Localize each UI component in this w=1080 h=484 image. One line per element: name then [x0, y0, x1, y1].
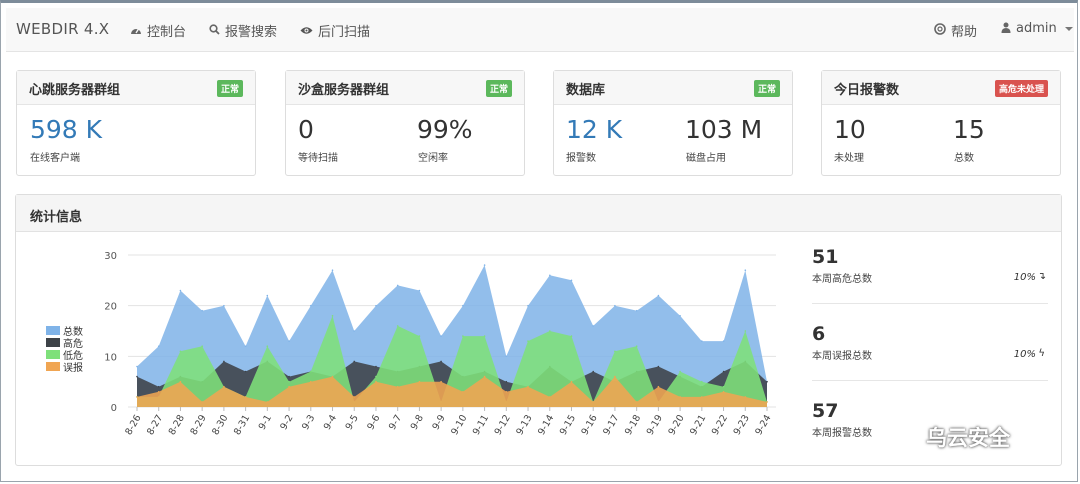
panel-header: 数据库 正常 [554, 71, 792, 105]
stat-value: 103 M [685, 115, 763, 144]
navbar: WEBDIR 4.X 控制台 报警搜索 后门扫描 帮助 admin [6, 8, 1074, 52]
brand-logo[interactable]: WEBDIR 4.X [16, 20, 109, 38]
status-badge: 正常 [753, 80, 780, 97]
stats-panel-header: 统计信息 [16, 195, 1061, 232]
summary-value: 51 [812, 246, 839, 268]
panel-header: 心跳服务器群组 正常 [17, 71, 255, 105]
status-badge: 正常 [485, 80, 512, 97]
stat-label: 报警数 [566, 153, 596, 164]
summary-value: 57 [812, 400, 839, 422]
eye-icon [300, 24, 313, 38]
nav-help-label: 帮助 [951, 25, 978, 40]
lightning-icon: ϟ [1038, 348, 1045, 359]
panel-title: 沙盒服务器群组 [298, 83, 390, 98]
user-name: admin [1016, 21, 1057, 36]
stat-value: 99% [417, 115, 473, 144]
legend-swatch [46, 338, 60, 347]
stat-label: 等待扫描 [298, 153, 338, 164]
stat-value: 598 K [30, 115, 103, 144]
stat-value: 12 K [566, 115, 623, 144]
nav-backdoor-scan[interactable]: 后门扫描 [300, 21, 370, 40]
divider [812, 303, 1048, 304]
legend-item-false: 误报 [46, 359, 83, 374]
summary-change: 10% [1013, 272, 1036, 283]
legend-swatch [46, 362, 60, 371]
nav-alert-search-label: 报警搜索 [225, 25, 278, 40]
nav-dashboard[interactable]: 控制台 [130, 21, 186, 40]
stat-label: 总数 [954, 153, 974, 164]
stat-value: 10 [834, 115, 866, 144]
panel-title: 数据库 [566, 83, 606, 98]
panel-title: 心跳服务器群组 [29, 83, 121, 98]
panel-header: 沙盒服务器群组 正常 [286, 71, 524, 105]
legend-label: 误报 [63, 363, 83, 374]
summary-label: 本周误报总数 [812, 351, 872, 362]
dashboard-icon [130, 24, 142, 38]
stat-label: 磁盘占用 [686, 153, 726, 164]
panel-heartbeat-servers: 心跳服务器群组 正常 598 K 在线客户端 [16, 70, 256, 176]
chevron-down-icon [1064, 26, 1073, 31]
summary-value: 6 [812, 323, 826, 345]
stat-label: 空闲率 [418, 153, 448, 164]
nav-help[interactable]: 帮助 [934, 21, 977, 40]
panel-sandbox-servers: 沙盒服务器群组 正常 0 等待扫描 99% 空闲率 [285, 70, 525, 176]
status-badge: 正常 [216, 80, 243, 97]
stat-label: 在线客户端 [30, 153, 80, 164]
nav-dashboard-label: 控制台 [147, 25, 187, 40]
stat-value: 15 [953, 115, 985, 144]
summary-label: 本周高危总数 [812, 274, 872, 285]
user-menu[interactable]: admin [1001, 21, 1073, 36]
panel-today-alerts: 今日报警数 高危未处理 10 未处理 15 总数 [821, 70, 1061, 176]
nav-alert-search[interactable]: 报警搜索 [209, 21, 277, 40]
nav-backdoor-scan-label: 后门扫描 [318, 25, 371, 40]
user-icon [1001, 22, 1011, 36]
lifebuoy-icon [934, 23, 946, 38]
wechat-icon [886, 421, 920, 452]
watermark-text: 乌云安全 [926, 425, 1010, 450]
divider [812, 380, 1048, 381]
summary-change: 10% [1013, 349, 1036, 360]
summary-high-risk: 51 本周高危总数 10% ↴ [812, 246, 1048, 296]
panel-title: 今日报警数 [834, 83, 900, 98]
legend-swatch [46, 350, 60, 359]
stat-label: 未处理 [834, 153, 864, 164]
search-icon [209, 23, 220, 38]
summary-false-positive: 6 本周误报总数 10% ϟ [812, 323, 1048, 373]
stat-value: 0 [298, 115, 314, 144]
panel-database: 数据库 正常 12 K 报警数 103 M 磁盘占用 [553, 70, 793, 176]
trend-down-icon: ↴ [1037, 271, 1046, 282]
status-badge: 高危未处理 [994, 80, 1048, 97]
stats-panel-title: 统计信息 [30, 210, 83, 225]
legend-swatch [46, 326, 60, 335]
watermark: 乌云安全 [886, 421, 1010, 452]
panel-header: 今日报警数 高危未处理 [822, 71, 1060, 105]
